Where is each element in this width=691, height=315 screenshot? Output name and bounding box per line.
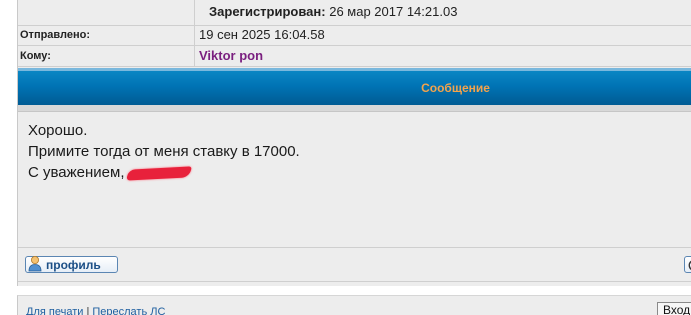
private-message-panel: Зарегистрирован: 26 мар 2017 14:21.03 От… xyxy=(17,0,691,286)
message-subheader xyxy=(18,105,691,112)
footer-bar: Для печати | Переслать ЛС Вход xyxy=(17,295,691,315)
message-header-bar: Сообщение xyxy=(18,68,691,105)
page: Зарегистрирован: 26 мар 2017 14:21.03 От… xyxy=(0,0,691,315)
print-link[interactable]: Для печати xyxy=(26,306,83,315)
link-separator: | xyxy=(86,306,90,315)
message-line: Хорошо. xyxy=(28,122,88,139)
message-line: Примите тогда от меня ставку в 17000. xyxy=(28,143,300,160)
divider xyxy=(18,281,691,282)
recipient-value[interactable]: Viktor pon xyxy=(194,46,691,66)
user-profile-icon xyxy=(27,254,45,272)
sender-info-row: Зарегистрирован: 26 мар 2017 14:21.03 xyxy=(18,0,691,26)
sent-label: Отправлено: xyxy=(20,29,91,41)
recipient-label: Кому: xyxy=(20,50,51,62)
recipient-row: Кому: Viktor pon xyxy=(18,46,691,67)
sent-row: Отправлено: 19 сен 2025 16:04.58 xyxy=(18,25,691,46)
message-line: С уважением, xyxy=(28,164,125,181)
profile-button[interactable]: профиль xyxy=(25,256,118,273)
registration-info: Зарегистрирован: 26 мар 2017 14:21.03 xyxy=(194,0,691,25)
sent-value: 19 сен 2025 16:04.58 xyxy=(194,25,691,45)
message-title: Сообщение xyxy=(421,81,490,95)
refresh-button[interactable] xyxy=(684,256,691,273)
message-signature-line: С уважением, xyxy=(28,162,668,183)
forward-link[interactable]: Переслать ЛС xyxy=(92,306,165,315)
redacted-name-scribble xyxy=(125,165,192,181)
profile-label: профиль xyxy=(46,258,101,272)
message-body: Хорошо. Примите тогда от меня ставку в 1… xyxy=(28,120,668,183)
divider xyxy=(18,247,691,248)
login-button[interactable]: Вход xyxy=(657,302,691,315)
registered-label: Зарегистрирован: xyxy=(209,4,326,19)
registered-value: 26 мар 2017 14:21.03 xyxy=(329,4,458,19)
footer-links: Для печати | Переслать ЛС xyxy=(26,306,165,315)
